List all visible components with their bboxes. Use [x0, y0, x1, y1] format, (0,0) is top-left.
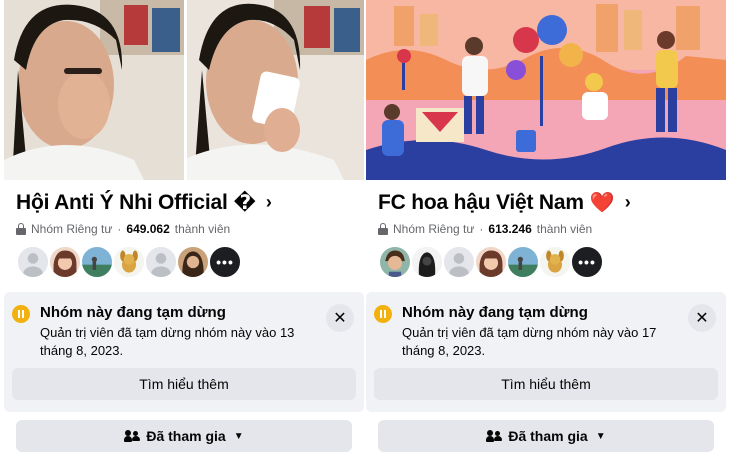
member-label: thành viên [174, 222, 231, 236]
group-meta: Nhóm Riêng tư · 649.062 thành viên [16, 222, 230, 236]
default-avatar[interactable] [442, 245, 476, 279]
notice-title: Nhóm này đang tạm dừng [402, 304, 588, 321]
cover-photo[interactable] [4, 0, 364, 180]
group-name-emoji: � [233, 192, 256, 214]
group-name[interactable]: FC hoa hậu Việt Nam [378, 191, 584, 215]
paused-notice: Nhóm này đang tạm dừng Quản trị viên đã … [366, 292, 726, 412]
more-members-button[interactable]: ••• [570, 245, 604, 279]
people-icon [486, 430, 503, 442]
dog-avatar[interactable] [538, 245, 572, 279]
group-title-row[interactable]: FC hoa hậu Việt Nam ❤️ › [378, 190, 631, 215]
joined-label: Đã tham gia [508, 428, 588, 444]
privacy-label: Nhóm Riêng tư [31, 222, 113, 236]
cover-photo[interactable] [366, 0, 726, 180]
meta-separator: · [117, 222, 122, 236]
lock-icon [378, 223, 388, 235]
learn-more-button[interactable]: Tìm hiểu thêm [12, 368, 356, 400]
dog-avatar[interactable] [112, 245, 146, 279]
group-card-right: FC hoa hậu Việt Nam ❤️ › Nhóm Riêng tư ·… [366, 0, 726, 456]
member-avatars[interactable]: ••• [378, 245, 604, 279]
meta-separator: · [479, 222, 484, 236]
paused-notice: Nhóm này đang tạm dừng Quản trị viên đã … [4, 292, 364, 412]
landscape-avatar[interactable] [80, 245, 114, 279]
notice-title: Nhóm này đang tạm dừng [40, 304, 226, 321]
joined-button[interactable]: Đã tham gia ▼ [16, 420, 352, 452]
more-members-button[interactable]: ••• [208, 245, 242, 279]
close-button[interactable]: ✕ [326, 304, 354, 332]
group-name[interactable]: Hội Anti Ý Nhi Official [16, 191, 228, 215]
member-count: 649.062 [126, 222, 170, 236]
group-title-row[interactable]: Hội Anti Ý Nhi Official � › [16, 190, 272, 215]
cover-photo-image [4, 0, 364, 180]
notice-description: Quản trị viên đã tạm dừng nhóm này vào 1… [402, 325, 657, 358]
landscape-avatar[interactable] [506, 245, 540, 279]
pause-icon [12, 305, 30, 323]
learn-more-button[interactable]: Tìm hiểu thêm [374, 368, 718, 400]
pause-icon [374, 305, 392, 323]
privacy-label: Nhóm Riêng tư [393, 222, 475, 236]
joined-button[interactable]: Đã tham gia ▼ [378, 420, 714, 452]
man-avatar[interactable] [378, 245, 412, 279]
caret-down-icon: ▼ [595, 430, 606, 442]
woman-avatar[interactable] [176, 245, 210, 279]
people-icon [124, 430, 141, 442]
girl-avatar[interactable] [48, 245, 82, 279]
chevron-right-icon[interactable]: › [625, 192, 631, 213]
member-count: 613.246 [488, 222, 532, 236]
default-avatar[interactable] [16, 245, 50, 279]
group-meta: Nhóm Riêng tư · 613.246 thành viên [378, 222, 592, 236]
default-avatar[interactable] [144, 245, 178, 279]
cover-illustration [366, 0, 726, 180]
notice-description: Quản trị viên đã tạm dừng nhóm này vào 1… [40, 325, 295, 358]
girl-avatar[interactable] [474, 245, 508, 279]
caret-down-icon: ▼ [233, 430, 244, 442]
close-button[interactable]: ✕ [688, 304, 716, 332]
heart-emoji: ❤️ [589, 192, 615, 214]
member-avatars[interactable]: ••• [16, 245, 242, 279]
group-card-left: Hội Anti Ý Nhi Official � › Nhóm Riêng t… [4, 0, 364, 456]
dark-avatar[interactable] [410, 245, 444, 279]
member-label: thành viên [536, 222, 593, 236]
joined-label: Đã tham gia [146, 428, 226, 444]
chevron-right-icon[interactable]: › [266, 192, 272, 213]
lock-icon [16, 223, 26, 235]
